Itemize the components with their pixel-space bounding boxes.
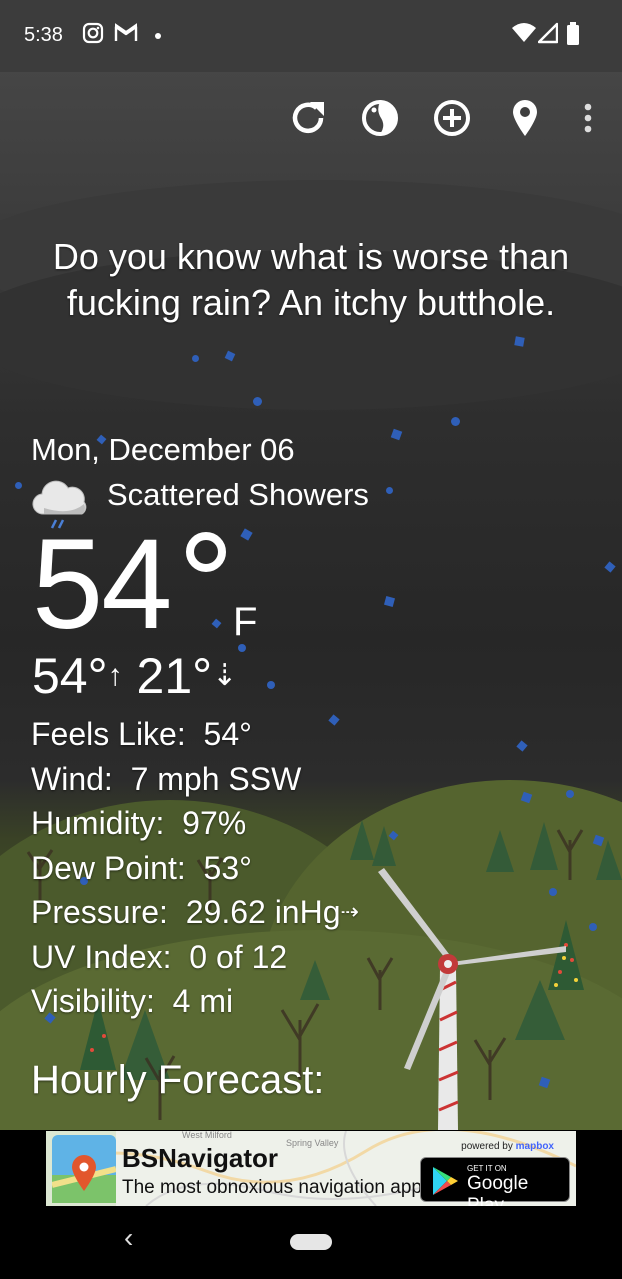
high-arrow: ↑ bbox=[107, 659, 123, 692]
ad-subtitle: The most obnoxious navigation app. bbox=[122, 1177, 428, 1198]
detail-pressure: Pressure: 29.62 inHg⇢ bbox=[31, 890, 359, 935]
weather-details: Feels Like: 54° Wind: 7 mph SSW Humidity… bbox=[31, 712, 359, 1024]
detail-value: 4 mi bbox=[172, 983, 234, 1019]
refresh-button[interactable] bbox=[286, 96, 330, 140]
powered-by-text: powered by bbox=[461, 1141, 513, 1152]
rain-drop bbox=[15, 482, 22, 489]
rain-drop bbox=[451, 417, 460, 426]
ad-banner[interactable]: West Milford Spring Valley BSNavigator T… bbox=[46, 1131, 576, 1206]
current-date: Mon, December 06 bbox=[31, 432, 295, 467]
detail-uv-index: UV Index: 0 of 12 bbox=[31, 935, 359, 980]
detail-humidity: Humidity: 97% bbox=[31, 801, 359, 846]
gmail-icon bbox=[114, 22, 138, 49]
overflow-menu-icon bbox=[584, 103, 592, 133]
detail-label: Visibility: bbox=[31, 983, 155, 1019]
location-button[interactable] bbox=[503, 96, 547, 140]
rain-drop bbox=[238, 644, 246, 652]
rain-drop bbox=[566, 790, 574, 798]
detail-wind: Wind: 7 mph SSW bbox=[31, 757, 359, 802]
detail-value: 97% bbox=[182, 805, 247, 841]
detail-value: 29.62 inHg bbox=[185, 894, 341, 930]
detail-label: Humidity: bbox=[31, 805, 165, 841]
temperature-degree-symbol bbox=[186, 532, 226, 572]
detail-label: Pressure: bbox=[31, 894, 168, 930]
add-location-button[interactable] bbox=[430, 96, 474, 140]
notification-dot-icon bbox=[155, 33, 161, 39]
current-temperature: 54 bbox=[32, 513, 172, 656]
refresh-icon bbox=[292, 102, 324, 134]
hourly-forecast-heading: Hourly Forecast: bbox=[31, 1058, 325, 1102]
google-play-badge[interactable]: GET IT ON Google Play bbox=[420, 1157, 570, 1206]
rain-drop bbox=[192, 355, 199, 362]
rain-drop bbox=[253, 397, 262, 406]
back-button[interactable]: ‹ bbox=[124, 1222, 133, 1254]
theme-icon bbox=[362, 100, 398, 136]
store-small-text: GET IT ON bbox=[467, 1164, 507, 1173]
ad-title: BSNavigator bbox=[122, 1143, 279, 1173]
wifi-icon bbox=[512, 22, 536, 49]
battery-icon bbox=[566, 22, 580, 51]
add-location-icon bbox=[434, 100, 470, 136]
high-low-temperatures: 54°↑ 21°⇣ bbox=[32, 646, 237, 706]
rain-drop bbox=[514, 336, 525, 347]
theme-button[interactable] bbox=[358, 96, 402, 140]
low-temperature: 21° bbox=[136, 648, 213, 704]
signal-icon bbox=[537, 22, 559, 49]
detail-dew-point: Dew Point: 53° bbox=[31, 846, 359, 891]
home-pill[interactable] bbox=[290, 1234, 332, 1250]
detail-value: 0 of 12 bbox=[189, 938, 288, 975]
low-arrow: ⇣ bbox=[212, 659, 238, 692]
high-temperature: 54° bbox=[32, 648, 108, 704]
pressure-trend-icon: ⇢ bbox=[340, 899, 359, 924]
store-big-text: Google Play bbox=[467, 1173, 529, 1206]
detail-value: 7 mph SSW bbox=[130, 760, 302, 797]
ad-powered-by: powered by mapbox bbox=[461, 1141, 554, 1152]
detail-label: Dew Point: bbox=[31, 849, 186, 886]
overflow-menu-button[interactable] bbox=[566, 96, 610, 140]
location-pin-icon bbox=[513, 100, 537, 136]
google-play-icon bbox=[433, 1167, 458, 1195]
rain-drop bbox=[549, 888, 557, 896]
map-label: Spring Valley bbox=[286, 1138, 339, 1148]
bsnavigator-app-icon bbox=[52, 1135, 116, 1203]
rain-drop bbox=[589, 923, 597, 931]
detail-label: Wind: bbox=[31, 760, 113, 797]
instagram-icon bbox=[82, 22, 104, 49]
condition-text: Scattered Showers bbox=[107, 477, 369, 512]
rain-drop bbox=[267, 681, 275, 689]
mapbox-logo: mapbox bbox=[515, 1141, 554, 1152]
detail-visibility: Visibility: 4 mi bbox=[31, 979, 359, 1024]
temperature-unit: F bbox=[233, 600, 258, 644]
status-time: 5:38 bbox=[24, 24, 63, 46]
detail-value: 53° bbox=[203, 849, 252, 886]
detail-label: Feels Like: bbox=[31, 716, 186, 752]
map-label: West Milford bbox=[182, 1131, 232, 1140]
rain-drop bbox=[386, 487, 393, 494]
detail-value: 54° bbox=[203, 716, 252, 752]
detail-feels-like: Feels Like: 54° bbox=[31, 712, 359, 757]
snarky-quote: Do you know what is worse than fucking r… bbox=[52, 236, 570, 323]
detail-label: UV Index: bbox=[31, 938, 172, 975]
